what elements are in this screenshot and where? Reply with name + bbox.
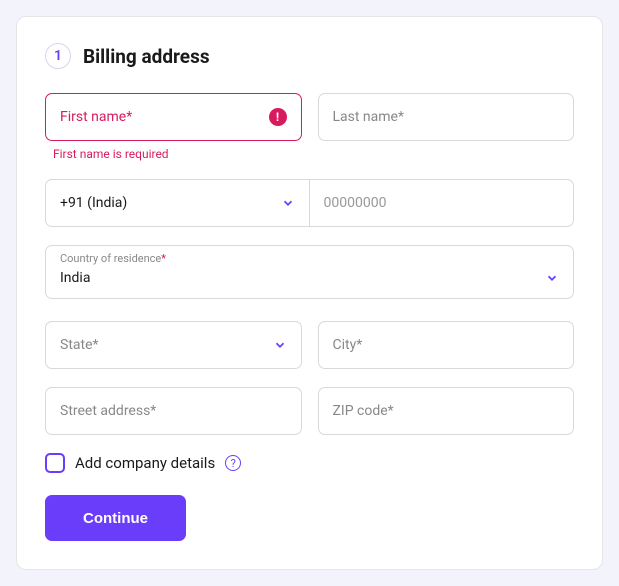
phone-number-field[interactable]: 00000000 [310, 180, 574, 226]
street-placeholder: Street address* [60, 403, 287, 419]
zip-code-field[interactable]: ZIP code* [318, 387, 575, 435]
country-code-select[interactable]: +91 (India) [46, 180, 310, 226]
company-details-checkbox[interactable] [45, 453, 65, 473]
company-details-row: Add company details ? [45, 453, 574, 473]
page-title: Billing address [83, 45, 210, 68]
city-placeholder: City* [333, 337, 560, 353]
state-select[interactable]: State* [45, 321, 302, 369]
first-name-field[interactable]: First name* ! [45, 93, 302, 141]
company-details-label: Add company details [75, 454, 215, 472]
last-name-placeholder: Last name* [333, 109, 560, 125]
continue-button[interactable]: Continue [45, 495, 186, 541]
country-label: Country of residence* [60, 252, 166, 265]
country-value: India [60, 270, 545, 286]
chevron-down-icon [545, 271, 559, 285]
city-field[interactable]: City* [318, 321, 575, 369]
country-code-value: +91 (India) [60, 195, 281, 211]
step-number-badge: 1 [45, 43, 71, 69]
help-icon[interactable]: ? [225, 455, 241, 471]
zip-placeholder: ZIP code* [333, 403, 560, 419]
error-icon: ! [269, 108, 287, 126]
first-name-placeholder: First name* [60, 109, 269, 125]
chevron-down-icon [281, 196, 295, 210]
billing-address-card: 1 Billing address First name* ! First na… [16, 16, 603, 570]
phone-placeholder: 00000000 [324, 195, 387, 211]
section-header: 1 Billing address [45, 43, 574, 69]
phone-row: +91 (India) 00000000 [45, 179, 574, 227]
country-select[interactable]: Country of residence* India [45, 245, 574, 299]
last-name-field[interactable]: Last name* [318, 93, 575, 141]
first-name-error-message: First name is required [45, 147, 302, 161]
street-address-field[interactable]: Street address* [45, 387, 302, 435]
chevron-down-icon [273, 338, 287, 352]
state-placeholder: State* [60, 337, 273, 353]
